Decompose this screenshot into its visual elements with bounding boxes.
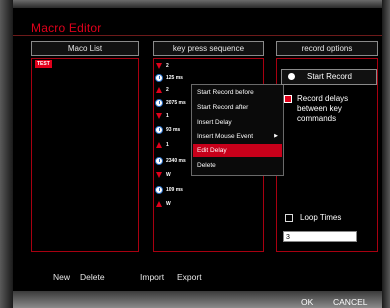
macro-list-item[interactable]: TEST: [35, 60, 52, 68]
clock-icon: [155, 156, 163, 165]
sequence-text: 1: [166, 142, 169, 148]
footer-bar: [13, 291, 382, 308]
sequence-row[interactable]: 2: [155, 61, 169, 71]
menu-item-insert-mouse-event[interactable]: Insert Mouse Event ▶: [193, 130, 282, 143]
clock-icon: [155, 98, 163, 107]
new-button[interactable]: New: [53, 272, 70, 282]
cancel-button[interactable]: CANCEL: [333, 297, 367, 307]
record-delays-label: commands: [297, 114, 337, 123]
record-delays-label: Record delays: [297, 94, 349, 103]
sequence-text: 2: [166, 63, 169, 69]
sequence-row[interactable]: 2: [155, 85, 169, 95]
window-frame-left: [0, 0, 13, 308]
macro-editor-window: Macro Editor Maco List key press sequenc…: [0, 0, 390, 308]
import-button[interactable]: Import: [140, 272, 164, 282]
context-menu: Start Record before Start Record after I…: [191, 84, 284, 176]
sequence-row[interactable]: W: [155, 170, 171, 180]
sequence-row[interactable]: 125 ms: [155, 73, 183, 83]
sequence-text: 2: [166, 87, 169, 93]
sequence-row[interactable]: 109 ms: [155, 185, 183, 195]
record-dot-icon: [288, 73, 295, 80]
key-up-icon: [156, 141, 162, 148]
sequence-text: 1: [166, 113, 169, 119]
start-record-label: Start Record: [307, 72, 352, 81]
record-delays-label: between key: [297, 104, 342, 113]
sequence-row[interactable]: 2075 ms: [155, 98, 186, 108]
sequence-row[interactable]: W: [155, 199, 171, 209]
window-frame-top: [0, 0, 390, 8]
start-record-button[interactable]: Start Record: [281, 69, 377, 85]
sequence-text: 93 ms: [166, 127, 181, 133]
menu-item-label: Insert Mouse Event: [197, 133, 253, 140]
delete-button[interactable]: Delete: [80, 272, 105, 282]
window-title: Macro Editor: [31, 21, 102, 35]
key-sequence-header: key press sequence: [153, 41, 264, 56]
sequence-row[interactable]: 2340 ms: [155, 156, 186, 166]
sequence-row[interactable]: 93 ms: [155, 125, 180, 135]
key-up-icon: [156, 200, 162, 207]
record-options-panel: [276, 58, 378, 252]
macro-list-header: Maco List: [31, 41, 139, 56]
clock-icon: [155, 73, 163, 82]
title-divider: [13, 35, 382, 36]
key-down-icon: [156, 171, 162, 178]
sequence-row[interactable]: 1: [155, 111, 169, 121]
record-delays-checkbox[interactable]: [284, 95, 292, 103]
submenu-arrow-icon: ▶: [274, 133, 278, 139]
key-up-icon: [156, 86, 162, 93]
loop-times-label: Loop Times: [300, 213, 342, 222]
export-button[interactable]: Export: [177, 272, 202, 282]
macro-list-panel[interactable]: [31, 58, 139, 252]
loop-times-checkbox[interactable]: [285, 214, 293, 222]
sequence-text: 125 ms: [166, 75, 183, 81]
menu-item-start-record-before[interactable]: Start Record before: [193, 86, 282, 99]
sequence-text: 2340 ms: [166, 158, 186, 164]
menu-item-insert-delay[interactable]: Insert Delay: [193, 116, 282, 129]
sequence-text: 109 ms: [166, 187, 183, 193]
record-options-header: record options: [276, 41, 378, 56]
clock-icon: [155, 185, 163, 194]
window-frame-right: [382, 0, 390, 308]
loop-times-input[interactable]: 3: [283, 231, 357, 242]
clock-icon: [155, 125, 163, 134]
ok-button[interactable]: OK: [301, 297, 313, 307]
sequence-row[interactable]: 1: [155, 140, 169, 150]
menu-item-delete[interactable]: Delete: [193, 159, 282, 172]
menu-item-edit-delay[interactable]: Edit Delay: [193, 144, 282, 157]
sequence-text: W: [166, 201, 171, 207]
sequence-text: 2075 ms: [166, 100, 186, 106]
key-down-icon: [156, 62, 162, 69]
sequence-text: W: [166, 172, 171, 178]
key-down-icon: [156, 112, 162, 119]
menu-item-start-record-after[interactable]: Start Record after: [193, 101, 282, 114]
